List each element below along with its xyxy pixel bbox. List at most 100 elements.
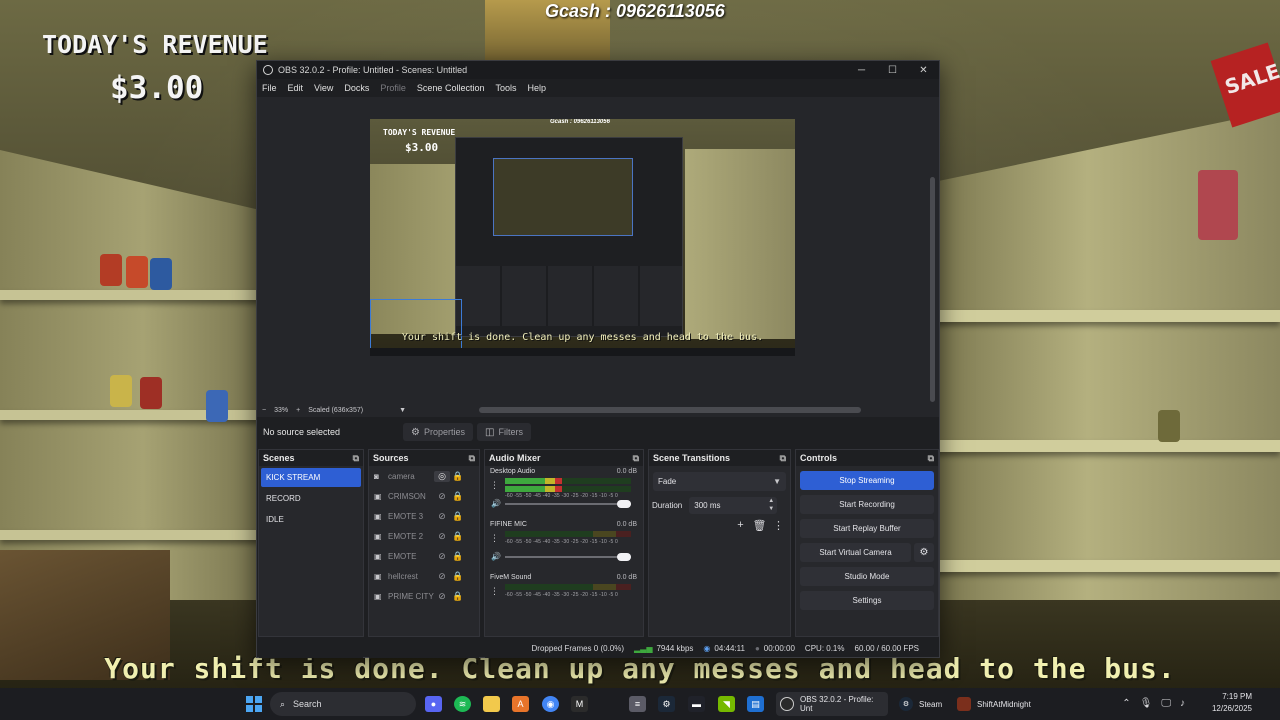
transition-select[interactable]: Fade ▼ [653, 472, 786, 491]
menu-file[interactable]: File [262, 83, 277, 93]
windows-start-icon[interactable] [246, 696, 262, 712]
taskbar-app-obs[interactable]: OBS 32.0.2 - Profile: Unt [776, 692, 888, 716]
source-selection-box[interactable] [370, 299, 462, 351]
meter-scale: -60 -55 -50 -45 -40 -35 -30 -25 -20 -15 … [505, 592, 618, 598]
lock-icon[interactable]: 🔒 [450, 511, 466, 522]
lock-icon[interactable]: 🔒 [450, 471, 466, 482]
visibility-toggle-icon[interactable]: ⊘ [434, 491, 450, 502]
volume-knob[interactable] [617, 500, 631, 508]
notes-icon[interactable]: ≡ [629, 696, 646, 712]
menu-help[interactable]: Help [527, 83, 546, 93]
fps: 60.00 / 60.00 FPS [854, 643, 920, 653]
preview-revenue-label: TODAY'S REVENUE [383, 128, 456, 137]
channel-menu-icon[interactable]: ⋮ [490, 586, 499, 597]
transition-menu-icon[interactable]: ⋮ [769, 519, 788, 532]
scene-item-record[interactable]: RECORD [261, 489, 361, 508]
volume-knob[interactable] [617, 553, 631, 561]
lock-icon[interactable]: 🔒 [450, 571, 466, 582]
file-explorer-icon[interactable] [483, 696, 500, 712]
source-item-hellcrest[interactable]: ▣ hellcrest ⊘ 🔒 [369, 566, 479, 586]
transitions-title: Scene Transitions [653, 453, 731, 463]
channel-menu-icon[interactable]: ⋮ [490, 480, 499, 491]
app-launcher-icon[interactable]: A [512, 696, 529, 712]
lock-icon[interactable]: 🔒 [450, 531, 466, 542]
source-item-emote-2[interactable]: ▣ EMOTE 2 ⊘ 🔒 [369, 526, 479, 546]
menu-edit[interactable]: Edit [288, 83, 304, 93]
obs-titlebar[interactable]: OBS 32.0.2 - Profile: Untitled - Scenes:… [257, 61, 939, 79]
spinner-icon[interactable]: ▲ ▼ [768, 497, 774, 513]
chrome-icon[interactable]: ◉ [542, 696, 559, 712]
program-preview[interactable]: TODAY'S REVENUE $3.00 Gcash : 0962611305… [370, 119, 795, 356]
taskbar-app-shiftatmidnight[interactable]: ShiftAtMidnight [953, 692, 1043, 716]
volume-slider[interactable] [505, 500, 631, 508]
studio-mode-button[interactable]: Studio Mode [800, 567, 934, 586]
visibility-toggle-icon[interactable]: ⊘ [434, 531, 450, 542]
preview-horizontal-scrollbar[interactable] [479, 407, 861, 413]
maximize-button[interactable]: ☐ [877, 65, 908, 76]
stop-streaming-button[interactable]: Stop Streaming [800, 471, 934, 490]
source-item-emote-3[interactable]: ▣ EMOTE 3 ⊘ 🔒 [369, 506, 479, 526]
undock-icon[interactable]: ⧉ [633, 453, 639, 464]
undock-icon[interactable]: ⧉ [469, 453, 475, 464]
nvidia-icon[interactable]: ◥ [718, 696, 735, 712]
channel-menu-icon[interactable]: ⋮ [490, 533, 499, 544]
volume-slider[interactable] [505, 553, 631, 561]
volume-meter [505, 486, 631, 492]
filters-button[interactable]: ◫ Filters [477, 423, 531, 441]
source-item-crimson[interactable]: ▣ CRIMSON ⊘ 🔒 [369, 486, 479, 506]
source-item-prime-city[interactable]: ▣ PRIME CITY ⊘ 🔒 [369, 586, 479, 606]
scene-item-idle[interactable]: IDLE [261, 510, 361, 529]
steam-tray-icon[interactable]: ⚙ [658, 696, 675, 712]
taskbar-app-steam[interactable]: ⚙ Steam [895, 692, 947, 716]
nested-obs-capture [455, 137, 683, 337]
zoom-out-button[interactable]: − [262, 407, 266, 414]
start-replay-buffer-button[interactable]: Start Replay Buffer [800, 519, 934, 538]
remove-transition-icon[interactable]: 🗑 [750, 519, 769, 532]
start-virtual-camera-button[interactable]: Start Virtual Camera [800, 543, 911, 562]
source-item-emote[interactable]: ▣ EMOTE ⊘ 🔒 [369, 546, 479, 566]
scale-dropdown-icon[interactable]: ▼ [399, 407, 406, 414]
virtual-camera-settings-icon[interactable]: ⚙ [914, 543, 934, 562]
menu-docks[interactable]: Docks [344, 83, 369, 93]
clock[interactable]: 7:19 PM 12/26/2025 [1212, 691, 1252, 715]
visibility-toggle-icon[interactable]: ⊘ [434, 591, 450, 602]
undock-icon[interactable]: ⧉ [353, 453, 359, 464]
preview-area[interactable]: TODAY'S REVENUE $3.00 Gcash : 0962611305… [257, 97, 939, 403]
obs-logo-icon [263, 65, 273, 75]
undock-icon[interactable]: ⧉ [928, 453, 934, 464]
speaker-icon[interactable]: 🔊 [491, 552, 501, 561]
start-recording-button[interactable]: Start Recording [800, 495, 934, 514]
lock-icon[interactable]: 🔒 [450, 491, 466, 502]
visibility-toggle-icon[interactable]: ⊘ [434, 511, 450, 522]
visibility-toggle-icon[interactable]: ⊘ [434, 571, 450, 582]
discord-icon[interactable]: ● [425, 696, 442, 712]
scene-item-kick-stream[interactable]: KICK STREAM [261, 468, 361, 487]
notepad-icon[interactable]: ▤ [747, 696, 764, 712]
visibility-toggle-icon[interactable]: ⊘ [434, 551, 450, 562]
menu-scene-collection[interactable]: Scene Collection [417, 83, 485, 93]
system-tray[interactable]: ⌃🎙🖵♪ [1122, 698, 1194, 709]
visibility-toggle-icon[interactable]: ◎ [434, 470, 450, 482]
menu-profile[interactable]: Profile [380, 83, 406, 93]
speaker-icon[interactable]: 🔊 [491, 499, 501, 508]
channel-db: 0.0 dB [616, 574, 637, 581]
source-item-camera[interactable]: ◙ camera ◎ 🔒 [369, 466, 479, 486]
close-button[interactable]: ✕ [908, 65, 939, 76]
terminal-icon[interactable]: ▬ [688, 696, 705, 712]
zoom-in-button[interactable]: + [296, 407, 300, 414]
preview-vertical-scrollbar[interactable] [930, 177, 935, 402]
minimize-button[interactable]: ─ [846, 65, 877, 76]
lock-icon[interactable]: 🔒 [450, 551, 466, 562]
add-transition-icon[interactable]: + [731, 519, 750, 532]
duration-input[interactable]: 300 ms ▲ ▼ [689, 497, 778, 514]
lock-icon[interactable]: 🔒 [450, 591, 466, 602]
menu-tools[interactable]: Tools [495, 83, 516, 93]
undock-icon[interactable]: ⧉ [780, 453, 786, 464]
properties-button[interactable]: ⚙ Properties [403, 423, 473, 441]
menu-view[interactable]: View [314, 83, 333, 93]
settings-button[interactable]: Settings [800, 591, 934, 610]
taskbar-search[interactable]: ⌕ Search [270, 692, 416, 716]
chevron-down-icon: ▼ [773, 477, 781, 486]
media-app-icon[interactable]: M [571, 696, 588, 712]
spotify-icon[interactable]: ≋ [454, 696, 471, 712]
